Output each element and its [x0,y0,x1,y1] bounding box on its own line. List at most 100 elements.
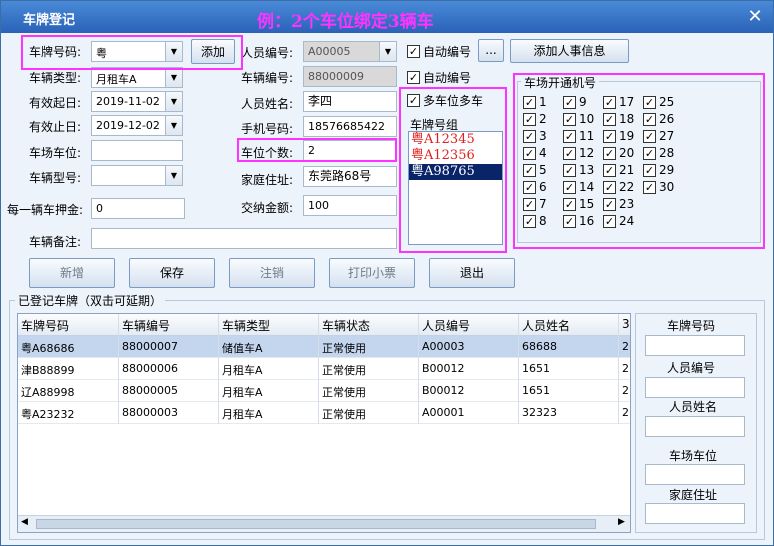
table-row[interactable]: 粤A2323288000003月租车A正常使用A00001323232( [18,402,630,424]
table-cell: 月租车A [219,380,319,402]
registered-plates-table[interactable]: 车牌号码 车辆编号 车辆类型 车辆状态 人员编号 人员姓名 3 粤A68686 8… [17,313,631,533]
plate-registration-window: 车牌登记 例：2个车位绑定3辆车 ✕ 车牌号码: 粤 ▼ 添加 车辆类型: 月租… [0,0,774,546]
table-cell: 88000006 [119,358,219,380]
table-cell: 32323 [519,402,619,424]
close-icon[interactable]: ✕ [745,7,765,27]
address-label: 家庭住址: [240,173,293,187]
title-bar: 车牌登记 例：2个车位绑定3辆车 ✕ [1,1,773,33]
table-cell: 储值车A [219,336,319,358]
column-header[interactable]: 人员编号 [419,314,519,336]
end-date-picker[interactable]: 2019-12-02 ▼ [91,115,183,136]
search-plate-input[interactable] [645,335,745,356]
column-header[interactable]: 车牌号码 [18,314,119,336]
chevron-down-icon: ▼ [165,68,182,87]
start-date-label: 有效起日: [28,96,81,110]
table-cell: B00012 [419,380,519,402]
new-button[interactable]: 新增 [29,258,115,288]
search-plate-label: 车牌号码 [667,319,716,333]
phone-label: 手机号码: [240,122,293,136]
end-date-label: 有效止日: [28,120,81,134]
search-name-input[interactable] [645,416,745,437]
table-row[interactable]: 辽A8899888000005月租车A正常使用B0001216512( [18,380,630,402]
chevron-down-icon: ▼ [165,92,182,111]
check-icon: ✓ [407,71,420,84]
table-cell: 88000005 [119,380,219,402]
table-row[interactable]: 粤A6868688000007储值车A正常使用A00003686882( [18,336,630,358]
example-banner: 例：2个车位绑定3辆车 [257,12,434,32]
model-label: 车辆型号: [28,171,81,185]
column-header[interactable]: 人员姓名 [519,314,619,336]
scroll-left-icon[interactable]: ◀ [21,517,28,527]
model-select[interactable]: ▼ [91,165,183,186]
print-ticket-button[interactable]: 打印小票 [329,258,415,288]
table-cell: 1651 [519,380,619,402]
table-row[interactable]: 津B8889988000006月租车A正常使用B0001216512( [18,358,630,380]
table-cell: 正常使用 [319,358,419,380]
search-address-input[interactable] [645,503,745,524]
chevron-down-icon: ▼ [165,116,182,135]
table-cell: 月租车A [219,402,319,424]
table-cell: 正常使用 [319,402,419,424]
auto-vehicle-id-checkbox[interactable]: ✓ 自动编号 [407,69,471,86]
search-slot-input[interactable] [645,464,745,485]
table-cell: 68688 [519,336,619,358]
table-cell: B00012 [419,358,519,380]
scrollbar-thumb[interactable] [36,519,596,529]
search-person-id-input[interactable] [645,377,745,398]
name-input[interactable]: 李四 [303,91,397,112]
table-cell: 2( [622,384,630,397]
highlight-plate-entry [21,35,243,70]
table-cell: 粤A68686 [18,336,119,358]
fee-input[interactable]: 100 [303,195,397,216]
vehicle-type-select[interactable]: 月租车A ▼ [91,67,183,88]
slot-input[interactable] [91,140,183,161]
start-date-picker[interactable]: 2019-11-02 ▼ [91,91,183,112]
search-slot-label: 车场车位 [669,449,718,463]
highlight-slot-count [237,138,397,162]
window-title: 车牌登记 [23,13,76,28]
add-hr-info-button[interactable]: 添加人事信息 [510,39,629,63]
check-icon: ✓ [407,45,420,58]
table-cell: 正常使用 [319,380,419,402]
registered-plates-title: 已登记车牌（双击可延期） [15,292,166,309]
column-header[interactable]: 车辆编号 [119,314,219,336]
vehicle-type-label: 车辆类型: [28,71,81,85]
table-cell: 88000007 [119,336,219,358]
column-header[interactable]: 车辆状态 [319,314,419,336]
table-header: 车牌号码 车辆编号 车辆类型 车辆状态 人员编号 人员姓名 3 [18,314,630,336]
remark-label: 车辆备注: [28,235,81,249]
chevron-down-icon: ▼ [379,42,396,61]
table-cell: 月租车A [219,358,319,380]
remark-input[interactable] [91,228,397,249]
table-cell: A00003 [419,336,519,358]
column-header[interactable]: 3 [619,314,630,336]
horizontal-scrollbar[interactable]: ◀ ▶ [18,515,630,532]
column-header[interactable]: 车辆类型 [219,314,319,336]
address-input[interactable]: 东莞路68号 [303,166,397,187]
chevron-down-icon: ▼ [165,166,182,185]
cancel-registration-button[interactable]: 注销 [229,258,315,288]
highlight-plate-group [399,87,507,253]
name-label: 人员姓名: [240,97,293,111]
vehicle-id-input[interactable]: 88000009 [303,66,397,87]
person-id-select[interactable]: A00005 ▼ [303,41,397,62]
save-button[interactable]: 保存 [129,258,215,288]
deposit-input[interactable]: 0 [91,198,185,219]
table-cell: 88000003 [119,402,219,424]
exit-button[interactable]: 退出 [429,258,515,288]
phone-input[interactable]: 18576685422 [303,116,397,137]
search-address-label: 家庭住址 [669,488,718,502]
table-cell: 粤A23232 [18,402,119,424]
highlight-machine-numbers [513,73,765,249]
vehicle-id-label: 车辆编号: [240,71,293,85]
slot-label: 车场车位: [28,146,81,160]
table-cell: 正常使用 [319,336,419,358]
scroll-right-icon[interactable]: ▶ [618,517,625,527]
search-person-id-label: 人员编号 [667,361,716,375]
table-cell: A00001 [419,402,519,424]
auto-person-id-checkbox[interactable]: ✓ 自动编号 [407,43,471,60]
browse-person-button[interactable]: ... [478,39,504,62]
table-cell: 1651 [519,358,619,380]
table-cell: 2( [622,406,630,419]
table-cell: 辽A88998 [18,380,119,402]
